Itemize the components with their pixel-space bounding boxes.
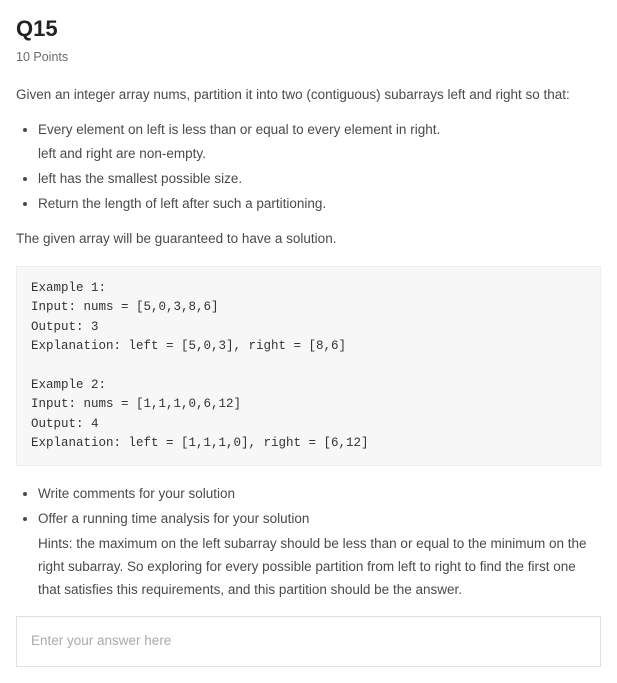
list-item: Offer a running time analysis for your s… bbox=[38, 509, 601, 602]
list-item: left has the smallest possible size. bbox=[38, 169, 601, 190]
requirements-list: Every element on left is less than or eq… bbox=[16, 120, 601, 215]
list-item: Every element on left is less than or eq… bbox=[38, 120, 601, 165]
question-points: 10 Points bbox=[16, 48, 601, 67]
task-text: Offer a running time analysis for your s… bbox=[38, 511, 309, 526]
bullet-text: Every element on left is less than or eq… bbox=[38, 122, 440, 137]
task-text: Write comments for your solution bbox=[38, 486, 235, 501]
examples-code-block: Example 1: Input: nums = [5,0,3,8,6] Out… bbox=[16, 266, 601, 466]
guarantee-text: The given array will be guaranteed to ha… bbox=[16, 229, 601, 250]
question-prompt: Given an integer array nums, partition i… bbox=[16, 85, 601, 106]
list-item: Write comments for your solution bbox=[38, 484, 601, 505]
tasks-list: Write comments for your solution Offer a… bbox=[16, 484, 601, 602]
question-id: Q15 bbox=[16, 12, 601, 46]
bullet-subtext: left and right are non-empty. bbox=[38, 144, 601, 165]
task-hints: Hints: the maximum on the left subarray … bbox=[38, 533, 601, 602]
answer-input[interactable]: Enter your answer here bbox=[16, 616, 601, 667]
list-item: Return the length of left after such a p… bbox=[38, 194, 601, 215]
bullet-text: left has the smallest possible size. bbox=[38, 171, 242, 186]
bullet-text: Return the length of left after such a p… bbox=[38, 196, 326, 211]
